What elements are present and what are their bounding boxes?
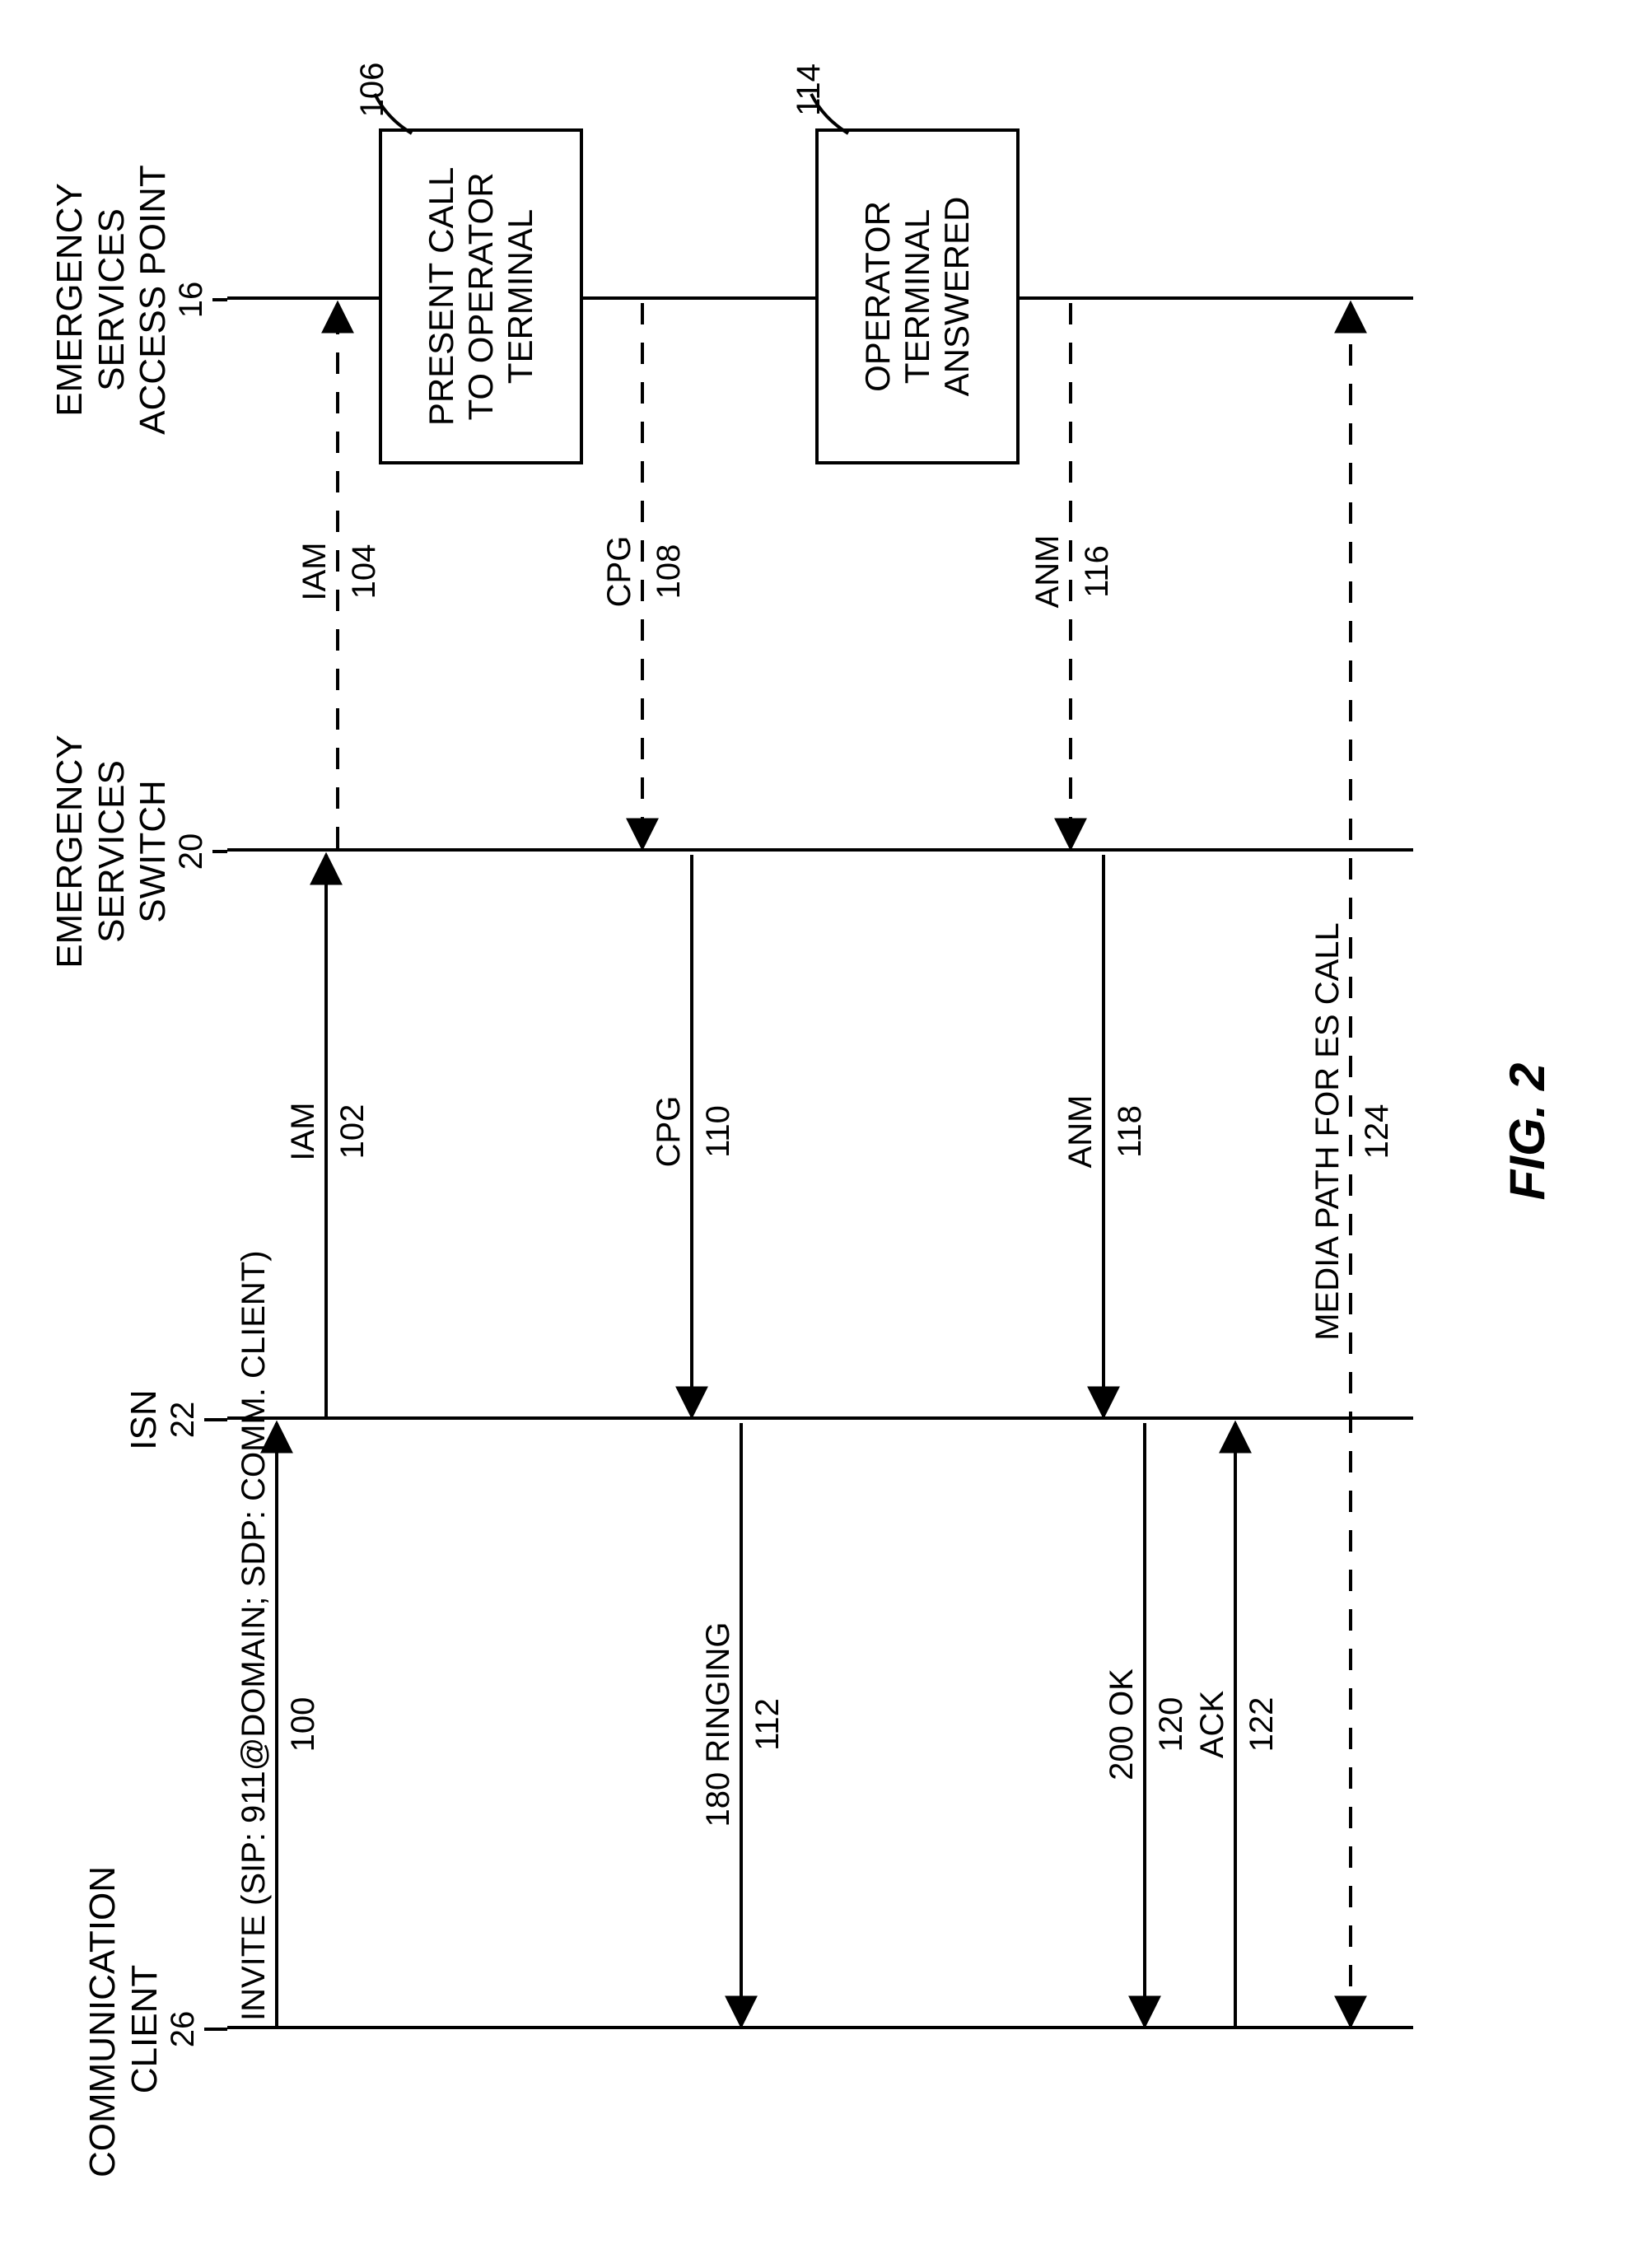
rotated-canvas: COMMUNICATION CLIENT 26 ISN 22 EMERGENCY…: [0, 0, 1638, 2268]
msg-cpg-110-ref: 110: [700, 1066, 737, 1197]
msg-iam-104-label: IAM: [296, 506, 334, 637]
tick: [212, 298, 227, 301]
msg-180-label: 180 RINGING: [700, 1593, 737, 1856]
lifeline-ref-es-ap: 16: [173, 271, 210, 329]
msg-anm-116-label: ANM: [1029, 506, 1066, 637]
lifeline-comm-client: [227, 2026, 1413, 2029]
msg-200ok-label: 200 OK: [1104, 1642, 1141, 1807]
lifeline-es-ap-seg2: [576, 296, 815, 300]
msg-iam-102-ref: 102: [334, 1066, 371, 1197]
tick: [204, 2028, 227, 2031]
msg-anm-118-label: ANM: [1062, 1066, 1099, 1197]
msg-cpg-108-ref: 108: [651, 506, 688, 637]
lifeline-ref-comm-client: 26: [165, 1988, 202, 2070]
action-operator-answered: OPERATOR TERMINAL ANSWERED: [815, 128, 1020, 464]
sequence-diagram: COMMUNICATION CLIENT 26 ISN 22 EMERGENCY…: [0, 0, 1638, 2268]
msg-iam-104-ref: 104: [346, 506, 383, 637]
lifeline-header-es-ap: EMERGENCY SERVICES ACCESS POINT: [49, 160, 175, 440]
msg-ack-label: ACK: [1194, 1667, 1231, 1782]
lifeline-es-switch: [227, 848, 1413, 852]
action-present-call: PRESENT CALL TO OPERATOR TERMINAL: [379, 128, 583, 464]
msg-180-ref: 112: [749, 1683, 786, 1766]
msg-cpg-110-label: CPG: [651, 1066, 688, 1197]
lifeline-isn: [227, 1416, 1413, 1420]
msg-media-path-ref: 124: [1359, 1066, 1396, 1197]
action-present-call-ref: 106: [354, 53, 391, 127]
msg-anm-118-ref: 118: [1112, 1066, 1149, 1197]
msg-iam-102-label: IAM: [285, 1066, 322, 1197]
lifeline-header-comm-client: COMMUNICATION CLIENT: [82, 1881, 166, 2177]
lifeline-es-ap-seg3: [1013, 296, 1413, 300]
page: COMMUNICATION CLIENT 26 ISN 22 EMERGENCY…: [0, 0, 1638, 2268]
msg-media-path-label: MEDIA PATH FOR ES CALL: [1309, 868, 1346, 1395]
msg-invite-label: INVITE (SIP: 911@DOMAIN; SDP: COMM. CLIE…: [236, 1214, 273, 2021]
msg-cpg-108-label: CPG: [601, 506, 638, 637]
action-operator-answered-ref: 114: [791, 53, 828, 127]
msg-200ok-ref: 120: [1153, 1683, 1190, 1766]
msg-ack-ref: 122: [1244, 1683, 1281, 1766]
msg-anm-116-ref: 116: [1079, 506, 1116, 637]
lifeline-ref-isn: 22: [165, 1383, 202, 1457]
msg-invite-ref: 100: [285, 1683, 322, 1766]
tick: [212, 850, 227, 853]
lifeline-header-es-switch: EMERGENCY SERVICES SWITCH: [49, 720, 175, 983]
lifeline-header-isn: ISN: [124, 1362, 166, 1477]
tick: [204, 1418, 227, 1421]
figure-label: FIG. 2: [1499, 983, 1556, 1280]
lifeline-ref-es-switch: 20: [173, 819, 210, 884]
lifeline-es-ap-seg1: [227, 296, 379, 300]
